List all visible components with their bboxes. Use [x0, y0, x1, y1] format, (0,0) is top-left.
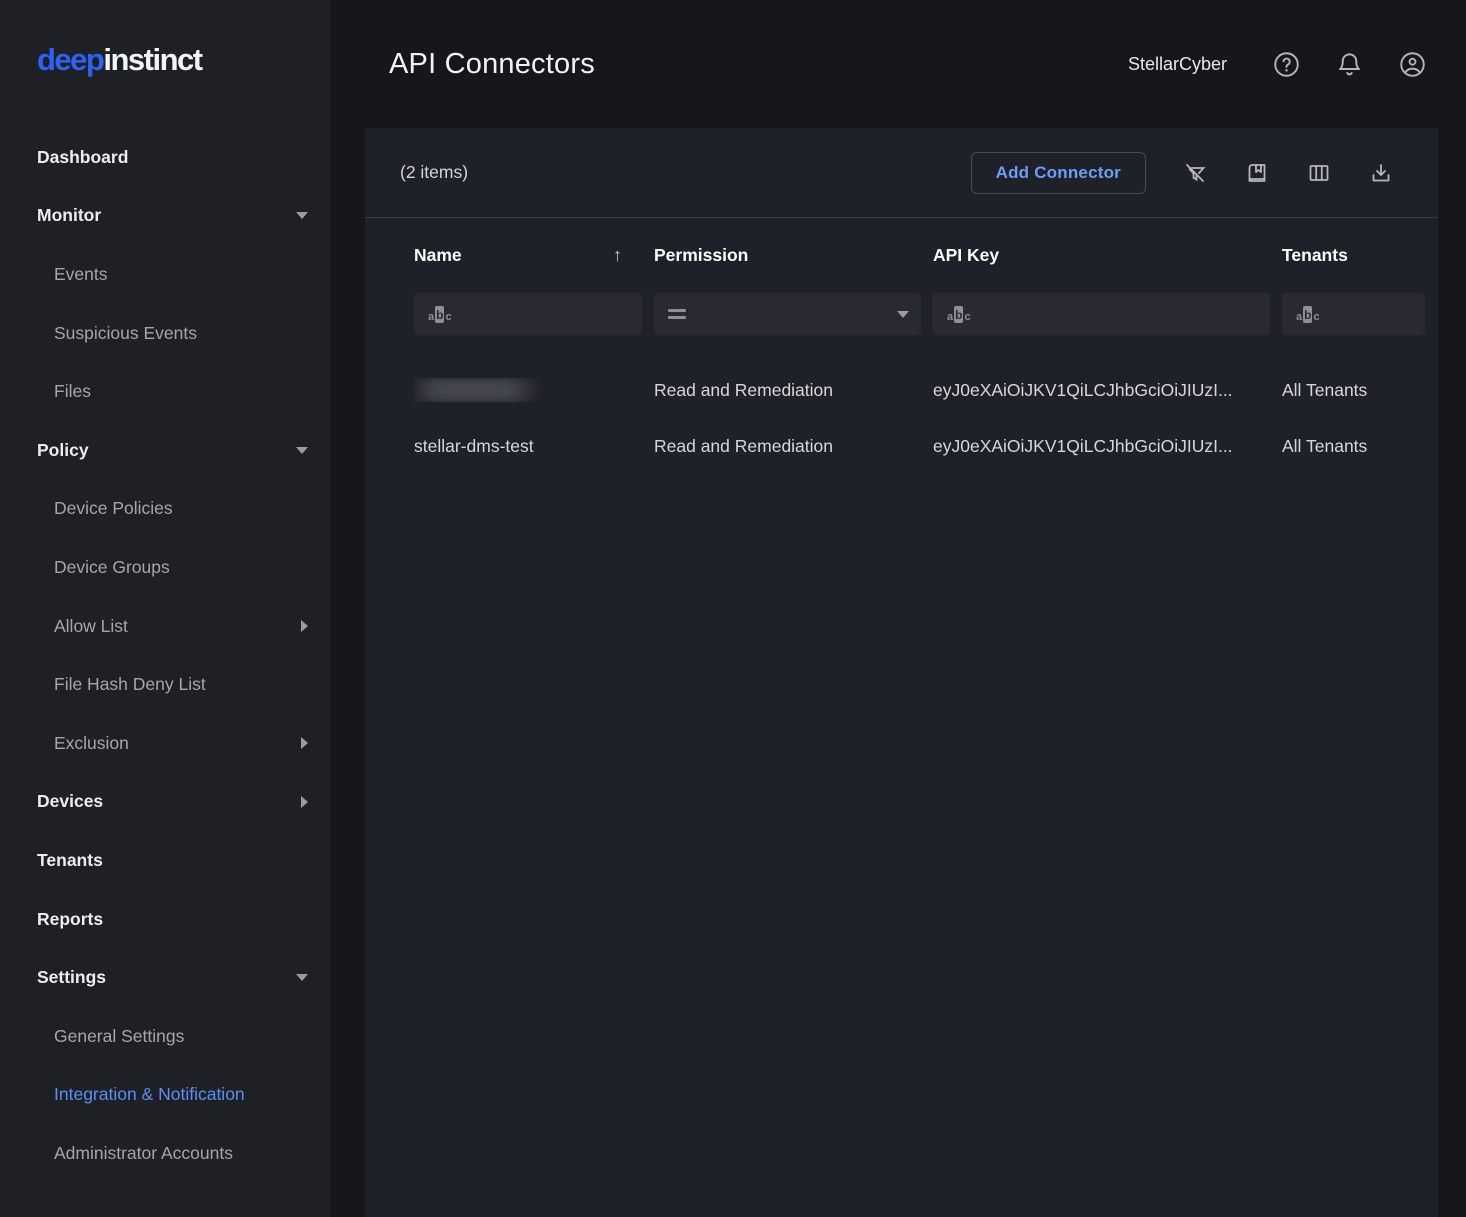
- sidebar-item-tenants[interactable]: Tenants: [0, 831, 330, 890]
- sidebar-item-general-settings[interactable]: General Settings: [0, 1007, 330, 1066]
- column-label: Tenants: [1282, 245, 1348, 266]
- sidebar-item-label: File Hash Deny List: [54, 674, 206, 695]
- filter-off-icon[interactable]: [1183, 161, 1207, 185]
- page-title: API Connectors: [389, 48, 595, 81]
- sidebar-item-file-hash-deny-list[interactable]: File Hash Deny List: [0, 655, 330, 714]
- column-header-permission[interactable]: Permission: [654, 245, 933, 266]
- sidebar-item-label: Reports: [37, 909, 103, 930]
- logo-instinct: instinct: [103, 42, 201, 77]
- sidebar-item-label: Settings: [37, 967, 106, 988]
- cell-tenants: All Tenants: [1282, 436, 1425, 457]
- header-actions: StellarCyber: [1128, 51, 1426, 78]
- sidebar-item-dashboard[interactable]: Dashboard: [0, 128, 330, 187]
- table-row[interactable]: Read and Remediation eyJ0eXAiOiJKV1QiLCJ…: [365, 362, 1438, 418]
- add-connector-button[interactable]: Add Connector: [971, 152, 1146, 194]
- tenants-filter-input[interactable]: [1282, 293, 1425, 335]
- equals-filter-icon: [668, 309, 686, 319]
- saved-views-icon[interactable]: [1245, 161, 1269, 185]
- table-row[interactable]: stellar-dms-test Read and Remediation ey…: [365, 418, 1438, 474]
- chevron-right-icon: [301, 796, 308, 808]
- sidebar-item-policy[interactable]: Policy: [0, 421, 330, 480]
- cell-api-key: eyJ0eXAiOiJKV1QiLCJhbGciOiJIUzI...: [933, 380, 1282, 401]
- chevron-down-icon: [897, 311, 909, 318]
- toolbar-icons: [1183, 161, 1393, 185]
- sidebar-item-label: Administrator Accounts: [54, 1143, 233, 1164]
- table-filter-row: abc abc abc: [365, 293, 1438, 335]
- sidebar-item-files[interactable]: Files: [0, 362, 330, 421]
- chevron-down-icon: [296, 212, 308, 219]
- api-connectors-panel: (2 items) Add Connector Name ↑ Permissio…: [365, 128, 1438, 1217]
- cell-api-key: eyJ0eXAiOiJKV1QiLCJhbGciOiJIUzI...: [933, 436, 1282, 457]
- sidebar-item-label: Integration & Notification: [54, 1084, 245, 1105]
- table-header-row: Name ↑ Permission API Key Tenants: [365, 218, 1438, 293]
- sidebar-item-administrator-accounts[interactable]: Administrator Accounts: [0, 1124, 330, 1183]
- table-toolbar: (2 items) Add Connector: [365, 128, 1438, 218]
- column-label: Permission: [654, 245, 748, 266]
- sidebar-item-device-policies[interactable]: Device Policies: [0, 480, 330, 539]
- sidebar-item-reports[interactable]: Reports: [0, 890, 330, 949]
- columns-icon[interactable]: [1307, 161, 1331, 185]
- sidebar-item-monitor[interactable]: Monitor: [0, 187, 330, 246]
- column-label: Name: [414, 245, 462, 266]
- api-key-filter[interactable]: abc: [933, 293, 1270, 335]
- column-header-api-key[interactable]: API Key: [933, 245, 1282, 266]
- column-label: API Key: [933, 245, 999, 266]
- cell-name: [414, 378, 654, 402]
- chevron-down-icon: [296, 447, 308, 454]
- sidebar-item-label: General Settings: [54, 1026, 184, 1047]
- sidebar-item-label: Allow List: [54, 616, 128, 637]
- api-key-filter-input[interactable]: [933, 293, 1270, 335]
- chevron-right-icon: [301, 737, 308, 749]
- tenants-filter[interactable]: abc: [1282, 293, 1425, 335]
- column-header-name[interactable]: Name ↑: [414, 245, 654, 266]
- sidebar-item-label: Files: [54, 381, 91, 402]
- chevron-right-icon: [301, 620, 308, 632]
- sidebar-item-device-groups[interactable]: Device Groups: [0, 538, 330, 597]
- column-header-tenants[interactable]: Tenants: [1282, 245, 1425, 266]
- sidebar-item-label: Device Groups: [54, 557, 170, 578]
- permission-filter[interactable]: [654, 293, 921, 335]
- sidebar-item-label: Tenants: [37, 850, 103, 871]
- sidebar-item-events[interactable]: Events: [0, 245, 330, 304]
- account-icon[interactable]: [1399, 51, 1426, 78]
- chevron-down-icon: [296, 974, 308, 981]
- cell-permission: Read and Remediation: [654, 436, 933, 457]
- cell-permission: Read and Remediation: [654, 380, 933, 401]
- sidebar-nav: Dashboard Monitor Events Suspicious Even…: [0, 128, 330, 1183]
- account-name: StellarCyber: [1128, 54, 1227, 75]
- sidebar-item-label: Monitor: [37, 205, 101, 226]
- sort-ascending-icon[interactable]: ↑: [613, 245, 622, 266]
- cell-tenants: All Tenants: [1282, 380, 1425, 401]
- download-icon[interactable]: [1369, 161, 1393, 185]
- name-filter[interactable]: abc: [414, 293, 642, 335]
- sidebar-item-label: Exclusion: [54, 733, 129, 754]
- help-icon[interactable]: [1273, 51, 1300, 78]
- items-count: (2 items): [400, 162, 468, 183]
- sidebar-item-devices[interactable]: Devices: [0, 773, 330, 832]
- sidebar-item-label: Devices: [37, 791, 103, 812]
- page-header: API Connectors StellarCyber: [330, 0, 1466, 128]
- sidebar-item-allow-list[interactable]: Allow List: [0, 597, 330, 656]
- sidebar: deepinstinct Dashboard Monitor Events Su…: [0, 0, 330, 1217]
- sidebar-item-label: Device Policies: [54, 498, 173, 519]
- sidebar-item-label: Dashboard: [37, 147, 128, 168]
- sidebar-item-label: Suspicious Events: [54, 323, 197, 344]
- notifications-bell-icon[interactable]: [1336, 51, 1363, 78]
- name-filter-input[interactable]: [414, 293, 642, 335]
- sidebar-item-integration-notification[interactable]: Integration & Notification: [0, 1066, 330, 1125]
- sidebar-item-exclusion[interactable]: Exclusion: [0, 714, 330, 773]
- deep-instinct-logo: deepinstinct: [0, 0, 330, 76]
- redacted-name: [414, 378, 536, 402]
- sidebar-item-label: Policy: [37, 440, 89, 461]
- sidebar-item-label: Events: [54, 264, 108, 285]
- logo-deep: deep: [37, 42, 103, 77]
- cell-name: stellar-dms-test: [414, 436, 654, 457]
- sidebar-item-settings[interactable]: Settings: [0, 948, 330, 1007]
- sidebar-item-suspicious-events[interactable]: Suspicious Events: [0, 304, 330, 363]
